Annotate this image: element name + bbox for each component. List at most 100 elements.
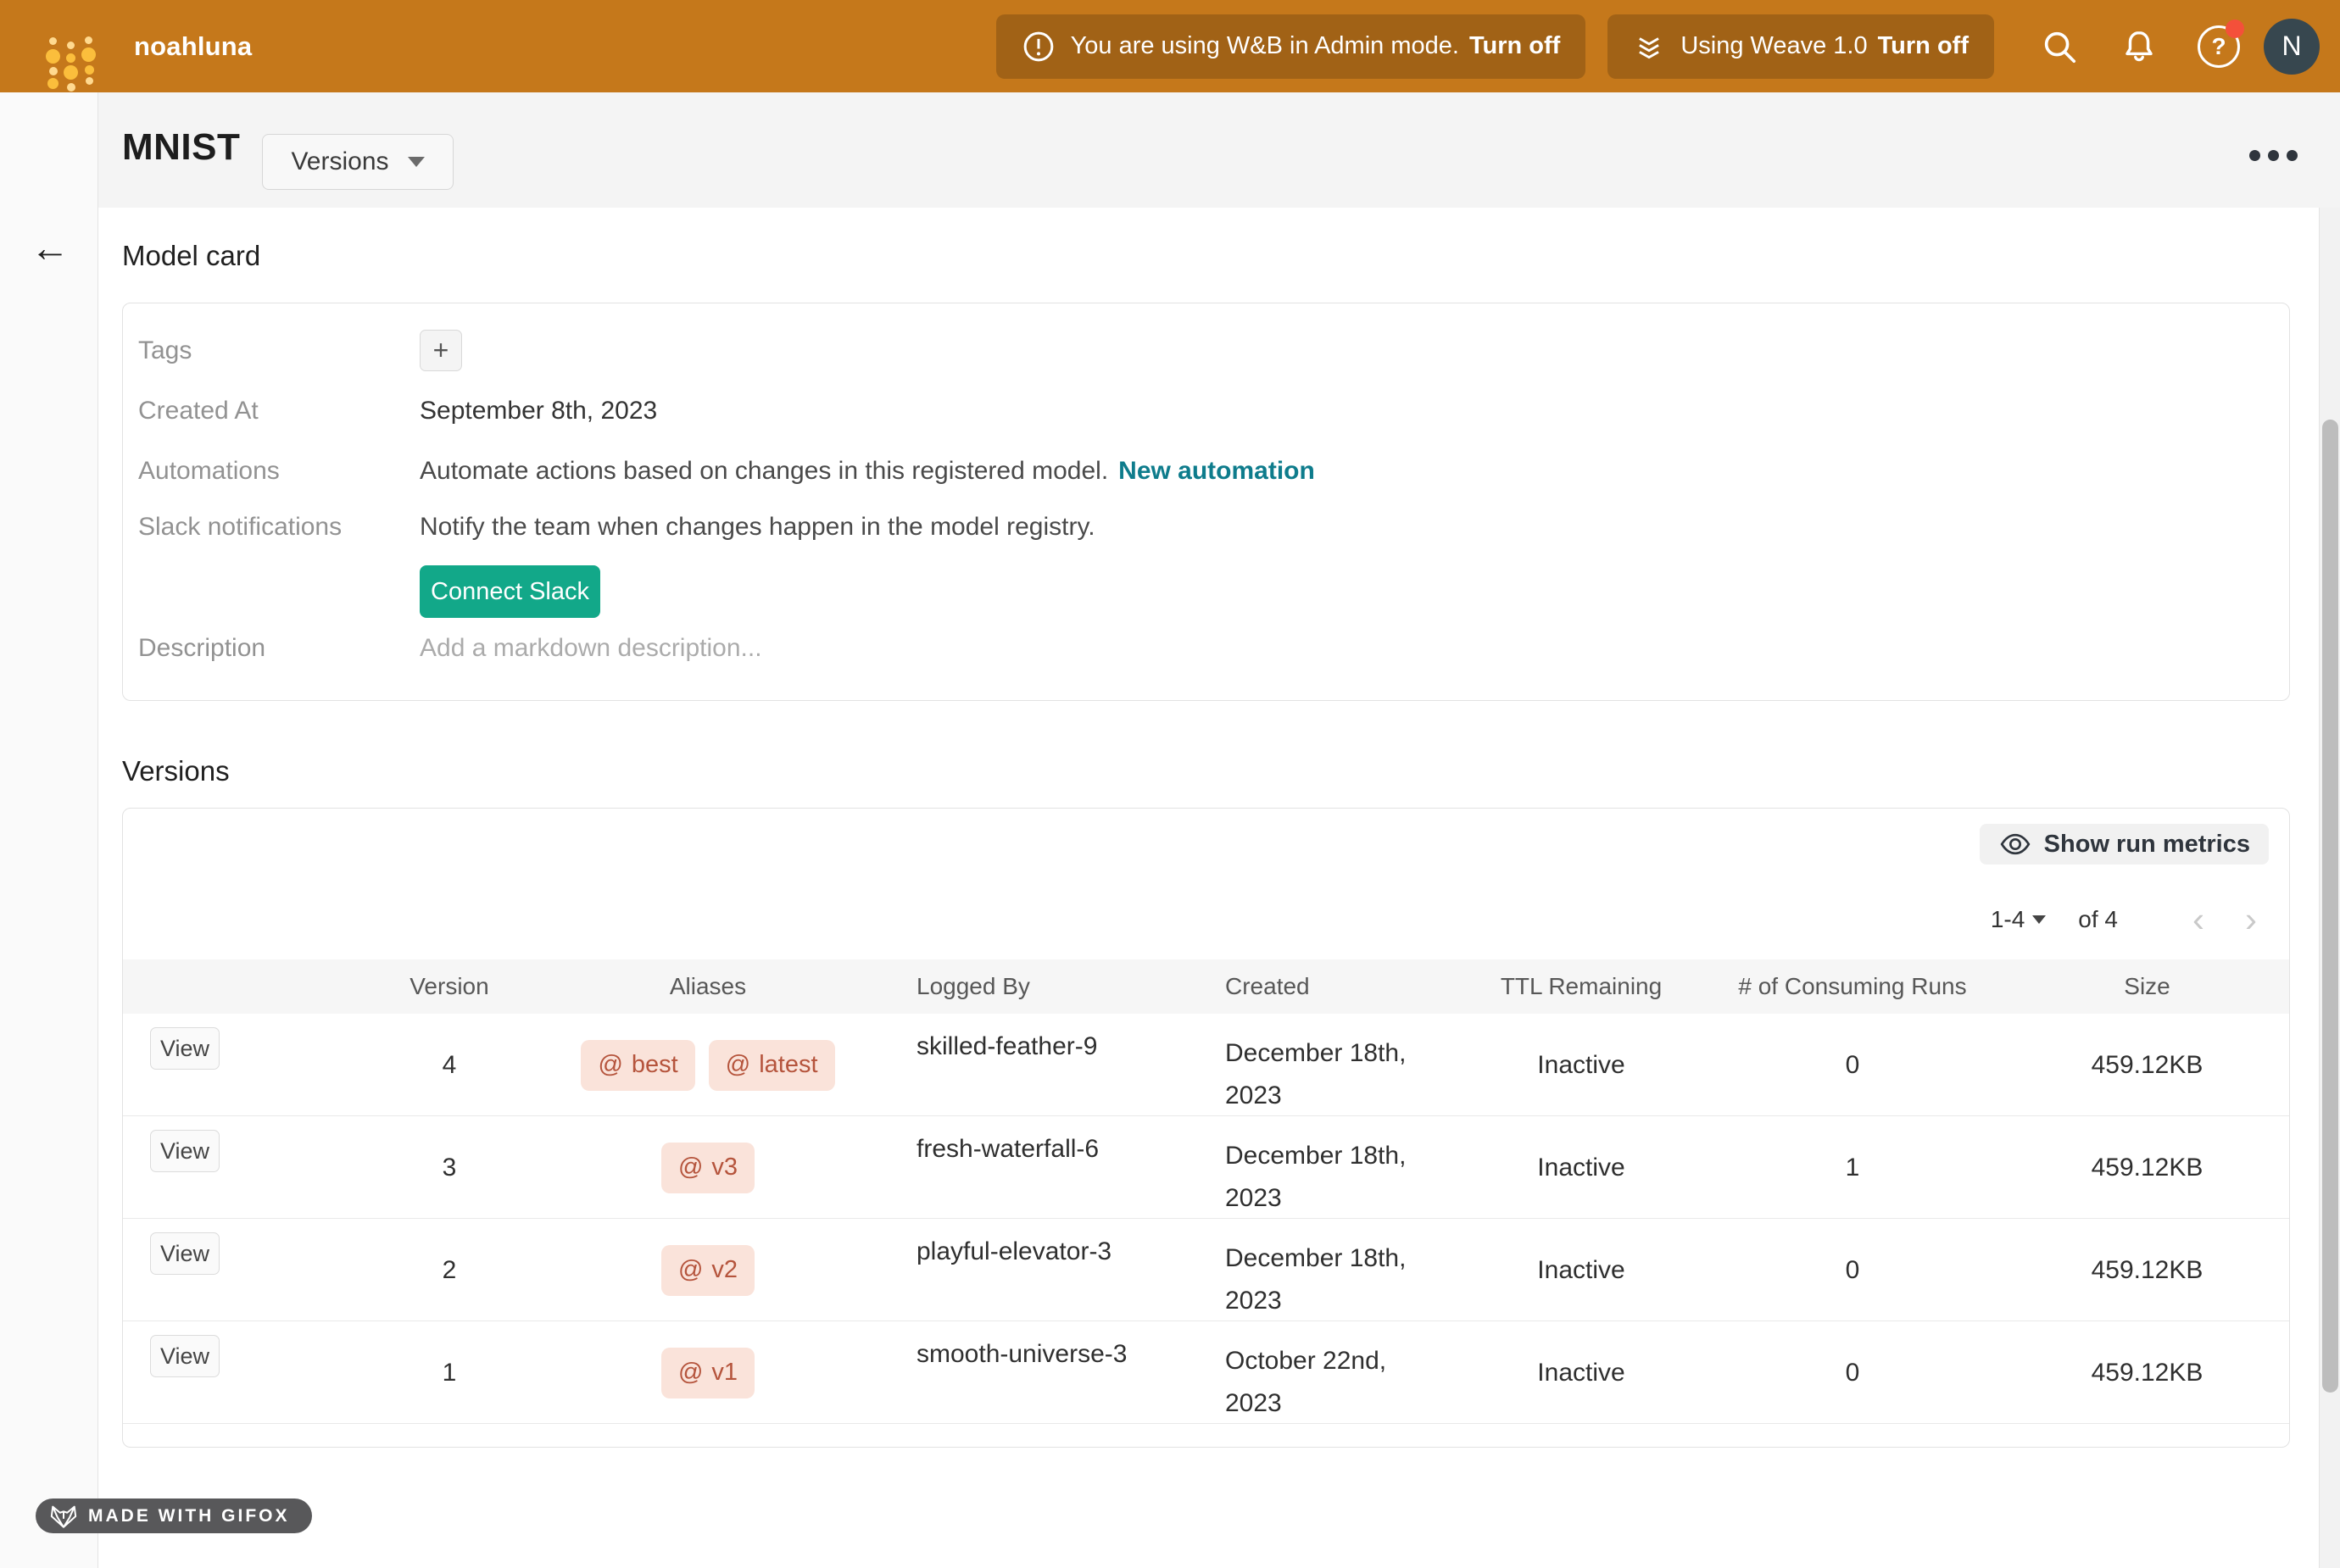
- alias-badge[interactable]: @v3: [661, 1143, 755, 1193]
- main-content: Model card Tags + Created At September 8…: [98, 208, 2320, 1568]
- prev-page-button[interactable]: ‹: [2192, 902, 2204, 937]
- size-value: 459.12KB: [2005, 1219, 2289, 1321]
- versions-heading: Versions: [122, 755, 2320, 787]
- logged-by-value[interactable]: fresh-waterfall-6: [869, 1116, 1183, 1219]
- at-icon: @: [678, 1256, 703, 1284]
- table-row: View 2 @ v2 playful-elevator-3 December 1…: [123, 1219, 2289, 1321]
- consuming-runs-value: 1: [1700, 1116, 2005, 1219]
- view-button[interactable]: View: [150, 1335, 220, 1377]
- gifox-label: MADE WITH GIFOX: [88, 1506, 290, 1526]
- entity-name[interactable]: noahluna: [134, 31, 252, 62]
- aliases-cell: @ v1: [547, 1321, 869, 1424]
- ttl-value: Inactive: [1462, 1219, 1700, 1321]
- new-automation-link[interactable]: New automation: [1118, 457, 1315, 486]
- ttl-value: Inactive: [1462, 1321, 1700, 1424]
- version-number: 2: [352, 1219, 547, 1321]
- made-with-gifox-badge: MADE WITH GIFOX: [36, 1498, 312, 1533]
- at-icon: @: [678, 1359, 703, 1387]
- created-value: October 22nd, 2023: [1225, 1340, 1420, 1424]
- automations-row: Automations Automate actions based on ch…: [138, 441, 2289, 501]
- overflow-menu-button[interactable]: [2249, 150, 2298, 161]
- versions-toolbar: Show run metrics: [123, 809, 2289, 865]
- page-range-label: 1-4: [1991, 906, 2025, 933]
- created-value: December 18th, 2023: [1225, 1135, 1420, 1219]
- description-placeholder[interactable]: Add a markdown description...: [420, 634, 762, 663]
- col-aliases: Aliases: [547, 973, 869, 1000]
- model-card-heading: Model card: [122, 240, 2320, 272]
- alias-name: latest: [759, 1051, 817, 1079]
- left-rail: ←: [0, 92, 98, 1568]
- add-tag-button[interactable]: +: [420, 330, 462, 371]
- alias-name: v1: [711, 1359, 738, 1387]
- view-button[interactable]: View: [150, 1130, 220, 1172]
- page-range-dropdown[interactable]: 1-4: [1991, 906, 2046, 933]
- logged-by-value[interactable]: playful-elevator-3: [869, 1219, 1183, 1321]
- admin-mode-banner: You are using W&B in Admin mode. Turn of…: [996, 14, 1586, 79]
- model-card-panel: Tags + Created At September 8th, 2023 Au…: [122, 303, 2290, 701]
- consuming-runs-value: 0: [1700, 1321, 2005, 1424]
- weave-turn-off-button[interactable]: Turn off: [1878, 32, 1969, 60]
- user-avatar[interactable]: N: [2264, 19, 2320, 75]
- page-total-label: of 4: [2078, 906, 2118, 933]
- version-number: 1: [352, 1321, 547, 1424]
- description-label: Description: [138, 634, 420, 663]
- table-header-row: Version Aliases Logged By Created TTL Re…: [123, 959, 2289, 1014]
- wandb-logo-icon[interactable]: [34, 19, 90, 75]
- alias-name: best: [632, 1051, 678, 1079]
- scrollbar-thumb[interactable]: [2322, 420, 2338, 1393]
- admin-turn-off-button[interactable]: Turn off: [1469, 32, 1560, 60]
- aliases-cell: @ v2: [547, 1219, 869, 1321]
- view-button[interactable]: View: [150, 1232, 220, 1275]
- alias-badge[interactable]: @ v2: [661, 1245, 755, 1296]
- tags-label: Tags: [138, 336, 420, 365]
- created-value: December 18th, 2023: [1225, 1237, 1420, 1321]
- logged-by-value[interactable]: skilled-feather-9: [869, 1014, 1183, 1116]
- weave-layers-icon: [1633, 31, 1665, 63]
- logged-by-value[interactable]: smooth-universe-3: [869, 1321, 1183, 1424]
- help-icon[interactable]: ?: [2197, 25, 2241, 69]
- wandb-app: noahluna You are using W&B in Admin mode…: [0, 0, 2340, 1568]
- col-size: Size: [2005, 973, 2289, 1000]
- size-value: 459.12KB: [2005, 1014, 2289, 1116]
- notifications-bell-icon[interactable]: [2117, 25, 2161, 69]
- connect-slack-button[interactable]: Connect Slack: [420, 565, 600, 618]
- top-navbar: noahluna You are using W&B in Admin mode…: [0, 0, 2340, 92]
- alias-badge[interactable]: @latest: [709, 1040, 835, 1091]
- back-arrow-icon[interactable]: ←: [31, 228, 70, 267]
- pagination: 1-4 of 4 ‹ ›: [123, 902, 2257, 937]
- view-button[interactable]: View: [150, 1027, 220, 1070]
- automations-text: Automate actions based on changes in thi…: [420, 457, 1108, 486]
- admin-banner-text: You are using W&B in Admin mode.: [1071, 32, 1459, 60]
- alias-name: v2: [711, 1256, 738, 1284]
- tags-row: Tags +: [138, 320, 2289, 381]
- next-page-button[interactable]: ›: [2245, 902, 2257, 937]
- description-row: Description Add a markdown description..…: [138, 618, 2289, 678]
- created-at-row: Created At September 8th, 2023: [138, 381, 2289, 441]
- ttl-value: Inactive: [1462, 1014, 1700, 1116]
- weave-banner: Using Weave 1.0 Turn off: [1607, 14, 1994, 79]
- alias-badge[interactable]: @best: [581, 1040, 694, 1091]
- weave-banner-text: Using Weave 1.0: [1680, 32, 1867, 60]
- view-selector-dropdown[interactable]: Versions: [262, 134, 454, 190]
- alias-badge[interactable]: @ v1: [661, 1348, 755, 1398]
- automations-label: Automations: [138, 457, 420, 486]
- search-icon[interactable]: [2037, 25, 2081, 69]
- table-footer-spacer: [123, 1424, 2289, 1447]
- col-ttl: TTL Remaining: [1462, 973, 1700, 1000]
- view-selector-label: Versions: [291, 147, 388, 176]
- chevron-down-icon: [2032, 915, 2046, 924]
- at-icon: @: [678, 1154, 703, 1182]
- size-value: 459.12KB: [2005, 1321, 2289, 1424]
- title-bar: MNIST Versions: [98, 92, 2340, 208]
- alert-circle-icon: [1022, 30, 1056, 64]
- table-row: View 1 @ v1 smooth-universe-3 October 22n…: [123, 1321, 2289, 1424]
- show-run-metrics-button[interactable]: Show run metrics: [1980, 824, 2269, 865]
- consuming-runs-value: 0: [1700, 1014, 2005, 1116]
- col-consuming-runs: # of Consuming Runs: [1700, 973, 2005, 1000]
- created-value: December 18th, 2023: [1225, 1032, 1420, 1116]
- scrollbar-track[interactable]: [2319, 208, 2340, 1568]
- col-logged-by: Logged By: [869, 973, 1183, 1000]
- version-number: 4: [352, 1014, 547, 1116]
- col-version: Version: [352, 973, 547, 1000]
- aliases-cell: @v3: [547, 1116, 869, 1219]
